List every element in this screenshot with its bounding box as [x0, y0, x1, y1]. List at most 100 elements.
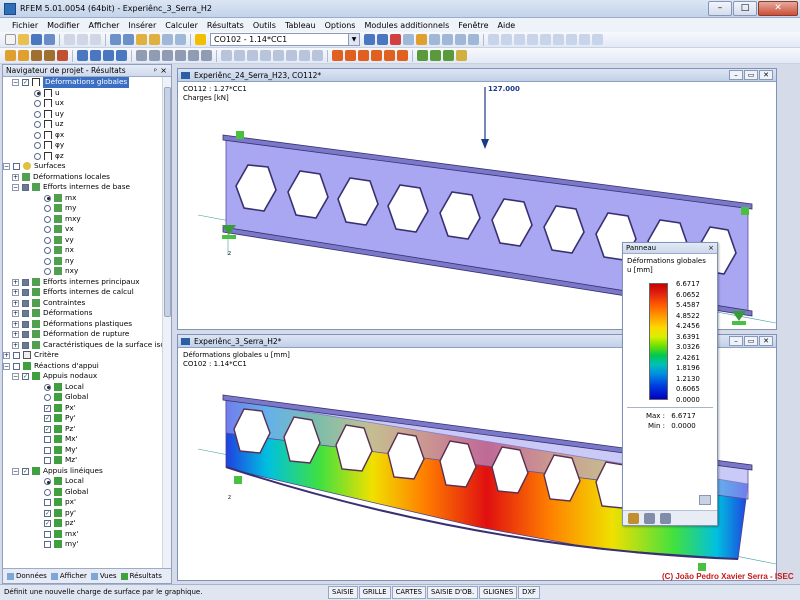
animation-icon[interactable]: [455, 34, 466, 45]
color-scale-icon[interactable]: [628, 513, 639, 524]
checkbox[interactable]: [13, 352, 20, 359]
results-icon[interactable]: [149, 34, 160, 45]
menu-options[interactable]: Options: [325, 21, 356, 30]
expand-icon[interactable]: +: [3, 352, 10, 359]
panel-settings-button[interactable]: [699, 495, 711, 505]
checkbox-partial[interactable]: [22, 320, 29, 328]
comment-icon[interactable]: [188, 50, 199, 61]
tree-item-px-line[interactable]: px': [3, 497, 163, 508]
deformation-icon[interactable]: [416, 34, 427, 45]
tree-item-efforts-calcul[interactable]: + Efforts internes de calcul: [3, 287, 163, 298]
checkbox-checked[interactable]: ✓: [22, 79, 29, 86]
tree-item-line-local[interactable]: Local: [3, 476, 163, 487]
support-icon[interactable]: [77, 50, 88, 61]
show-results-icon[interactable]: [390, 34, 401, 45]
tree-item-phiy[interactable]: φy: [3, 140, 163, 151]
dimension-icon[interactable]: [175, 50, 186, 61]
tree-item-uz[interactable]: uz: [3, 119, 163, 130]
zoom-icon[interactable]: [488, 34, 499, 45]
load-imposed-icon[interactable]: [397, 50, 408, 61]
tree-item-local[interactable]: Local: [3, 382, 163, 393]
paste-icon[interactable]: [90, 34, 101, 45]
calculate-icon[interactable]: [136, 34, 147, 45]
tree-item-vx[interactable]: vx: [3, 224, 163, 235]
collapse-icon[interactable]: −: [12, 467, 19, 475]
radio[interactable]: [34, 142, 41, 149]
checkbox[interactable]: [44, 499, 51, 506]
mode-grille-button[interactable]: GRILLE: [358, 586, 391, 599]
view-z-icon[interactable]: [540, 34, 551, 45]
tree-item-vy[interactable]: vy: [3, 235, 163, 246]
next-icon[interactable]: [377, 34, 388, 45]
collapse-icon[interactable]: −: [3, 163, 10, 170]
pin-icon[interactable]: ᵖ: [154, 65, 157, 77]
menu-fenetre[interactable]: Fenêtre: [458, 21, 488, 30]
menu-outils[interactable]: Outils: [253, 21, 276, 30]
tree-item-critere[interactable]: + Critère: [3, 350, 163, 361]
window-restore-button[interactable]: ▭: [744, 336, 758, 346]
maximize-button[interactable]: □: [733, 1, 757, 16]
save-icon[interactable]: [31, 34, 42, 45]
tree-item-deformation-rupture[interactable]: + Déformation de rupture: [3, 329, 163, 340]
node-icon[interactable]: [18, 50, 29, 61]
connect-icon[interactable]: [299, 50, 310, 61]
tree-item-deformations-globales[interactable]: − ✓ Déformations globales: [3, 77, 163, 88]
model-check-icon[interactable]: [443, 50, 454, 61]
tab-afficher[interactable]: Afficher: [50, 572, 87, 580]
checkbox-partial[interactable]: [22, 310, 29, 317]
tree-item-my-line[interactable]: my': [3, 539, 163, 550]
window-close-button[interactable]: ✕: [759, 70, 773, 80]
member-icon[interactable]: [44, 50, 55, 61]
expand-icon[interactable]: +: [12, 299, 19, 307]
section-icon[interactable]: [429, 34, 440, 45]
tree-item-surfaces[interactable]: − Surfaces: [3, 161, 163, 172]
radio[interactable]: [44, 394, 51, 401]
radio[interactable]: [34, 110, 41, 118]
surface-icon[interactable]: [57, 50, 68, 61]
rotate-icon[interactable]: [247, 50, 258, 61]
menu-afficher[interactable]: Afficher: [89, 21, 120, 30]
checkbox-partial[interactable]: [22, 278, 29, 286]
filter-icon[interactable]: [660, 513, 671, 524]
load-case-icon[interactable]: [195, 34, 206, 45]
checkbox-partial[interactable]: [22, 331, 29, 338]
load-member-icon[interactable]: [371, 50, 382, 61]
menu-fichier[interactable]: Fichier: [12, 21, 38, 30]
checkbox-partial[interactable]: [22, 341, 29, 349]
tab-donnees[interactable]: Données: [7, 572, 47, 580]
isometric-icon[interactable]: [553, 34, 564, 45]
window-minimize-button[interactable]: –: [729, 70, 743, 80]
scrollbar-thumb[interactable]: [164, 87, 171, 317]
ortho-icon[interactable]: [162, 50, 173, 61]
load-nodal-icon[interactable]: [358, 50, 369, 61]
mode-glignes-button[interactable]: GLIGNES: [479, 586, 518, 599]
snap-icon[interactable]: [149, 50, 160, 61]
menu-aide[interactable]: Aide: [498, 21, 516, 30]
chevron-down-icon[interactable]: ▼: [348, 34, 359, 45]
solid-icon[interactable]: [592, 34, 603, 45]
radio[interactable]: [44, 247, 51, 254]
table-icon[interactable]: [162, 34, 173, 45]
tree-item-deformations-locales[interactable]: + Déformations locales: [3, 172, 163, 183]
checkbox[interactable]: [44, 446, 51, 454]
menu-modules[interactable]: Modules additionnels: [364, 21, 449, 30]
expand-icon[interactable]: +: [12, 289, 19, 296]
mode-saisie-button[interactable]: SAISIE: [328, 586, 358, 599]
tree-item-phix[interactable]: φx: [3, 130, 163, 141]
tree-item-ny[interactable]: ny: [3, 256, 163, 267]
radio[interactable]: [44, 257, 51, 265]
menu-tableau[interactable]: Tableau: [285, 21, 316, 30]
menu-calculer[interactable]: Calculer: [165, 21, 198, 30]
tree-item-line-global[interactable]: Global: [3, 487, 163, 498]
radio[interactable]: [44, 236, 51, 244]
new-file-icon[interactable]: [5, 34, 16, 45]
tree-item-py-line[interactable]: ✓ py': [3, 508, 163, 519]
radio-selected[interactable]: [44, 478, 51, 485]
checkbox-checked[interactable]: ✓: [22, 373, 29, 380]
collapse-icon[interactable]: −: [12, 373, 19, 380]
tree-item-global[interactable]: Global: [3, 392, 163, 403]
close-icon[interactable]: ×: [160, 65, 167, 77]
scale-icon[interactable]: [273, 50, 284, 61]
factors-icon[interactable]: [644, 513, 655, 524]
undo-icon[interactable]: [110, 34, 121, 45]
